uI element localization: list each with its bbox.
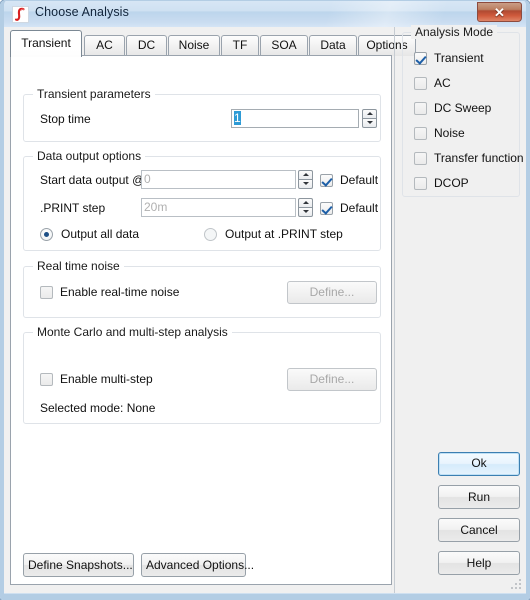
start-data-output-label: Start data output @: [40, 173, 145, 187]
tab-transient[interactable]: Transient: [10, 30, 82, 57]
checkbox-check-icon: [414, 51, 427, 65]
analysis-mode-transient[interactable]: Transient: [414, 51, 484, 65]
tab-page-transient: Transient parameters Stop time 1 Data ou…: [10, 55, 392, 585]
group-legend-analysis-mode: Analysis Mode: [411, 25, 498, 39]
start-data-output-input[interactable]: 0: [141, 170, 296, 189]
checkbox-empty-icon: [40, 285, 53, 299]
analysis-mode-noise-label: Noise: [434, 126, 465, 140]
group-transient-parameters: Transient parameters Stop time 1: [23, 87, 381, 142]
help-button[interactable]: Help: [438, 551, 520, 575]
analysis-mode-ac-label: AC: [434, 76, 451, 90]
dialog-client: Transient AC DC Noise TF SOA Data Option…: [4, 25, 526, 593]
right-panel: Analysis Mode Transient AC DC Sweep Nois…: [396, 25, 526, 593]
analysis-mode-ac[interactable]: AC: [414, 76, 451, 90]
start-data-output-spinner[interactable]: [298, 170, 313, 189]
checkbox-empty-icon: [40, 372, 53, 386]
advanced-options-button[interactable]: Advanced Options...: [141, 553, 254, 577]
analysis-mode-noise[interactable]: Noise: [414, 126, 465, 140]
spinner-down-icon[interactable]: [298, 179, 313, 189]
define-multi-step-button[interactable]: Define...: [287, 368, 377, 391]
analysis-mode-transfer-function[interactable]: Transfer function: [414, 151, 524, 165]
stop-time-label: Stop time: [40, 112, 91, 126]
radio-output-at-print-step-label: Output at .PRINT step: [225, 227, 343, 241]
print-step-spinner[interactable]: [298, 198, 313, 217]
enable-multi-step-label: Enable multi-step: [60, 372, 153, 386]
spinner-up-icon[interactable]: [298, 170, 313, 179]
start-data-output-default-checkbox[interactable]: Default: [320, 173, 378, 187]
tab-data[interactable]: Data: [309, 35, 357, 56]
define-real-time-noise-button[interactable]: Define...: [287, 281, 377, 304]
title-bar[interactable]: Choose Analysis ✕: [4, 1, 526, 27]
stop-time-spinner[interactable]: [362, 109, 377, 128]
group-monte-carlo: Monte Carlo and multi-step analysis Enab…: [23, 325, 381, 424]
run-button[interactable]: Run: [438, 485, 520, 509]
radio-dot-icon: [204, 227, 217, 241]
analysis-mode-transient-label: Transient: [434, 51, 484, 65]
checkbox-empty-icon: [414, 76, 427, 90]
radio-output-at-print-step[interactable]: Output at .PRINT step: [204, 227, 343, 241]
tab-tf[interactable]: TF: [221, 35, 259, 56]
group-analysis-mode: Analysis Mode Transient AC DC Sweep Nois…: [402, 25, 524, 197]
group-legend-transient-parameters: Transient parameters: [33, 87, 155, 101]
close-icon: ✕: [494, 5, 505, 20]
spinner-up-icon[interactable]: [298, 198, 313, 207]
cancel-button[interactable]: Cancel: [438, 518, 520, 542]
enable-real-time-noise-label: Enable real-time noise: [60, 285, 180, 299]
stop-time-value: 1: [234, 111, 241, 125]
group-legend-real-time-noise: Real time noise: [33, 259, 124, 273]
tab-strip: Transient AC DC Noise TF SOA Data Option…: [10, 30, 416, 57]
analysis-mode-dcop-label: DCOP: [434, 176, 469, 190]
checkbox-empty-icon: [414, 101, 427, 115]
print-step-label: .PRINT step: [40, 201, 106, 215]
window-title: Choose Analysis: [35, 5, 129, 19]
print-step-default-label: Default: [340, 201, 379, 215]
analysis-mode-dc-sweep[interactable]: DC Sweep: [414, 101, 491, 115]
analysis-mode-dc-sweep-label: DC Sweep: [434, 101, 492, 115]
checkbox-empty-icon: [414, 176, 427, 190]
spinner-up-icon[interactable]: [362, 109, 377, 118]
checkbox-check-icon: [320, 201, 333, 215]
group-legend-data-output-options: Data output options: [33, 149, 146, 163]
close-button[interactable]: ✕: [477, 2, 522, 22]
dialog-window: Choose Analysis ✕ Transient AC DC Noise …: [0, 0, 530, 600]
spinner-down-icon[interactable]: [298, 207, 313, 217]
checkbox-empty-icon: [414, 126, 427, 140]
tab-ac[interactable]: AC: [84, 35, 125, 56]
panel-divider: [394, 27, 395, 593]
tab-noise[interactable]: Noise: [168, 35, 220, 56]
integral-icon: [12, 6, 29, 23]
radio-dot-icon: [40, 227, 53, 241]
radio-output-all-data[interactable]: Output all data: [40, 227, 139, 241]
print-step-default-checkbox[interactable]: Default: [320, 201, 378, 215]
define-snapshots-button[interactable]: Define Snapshots...: [23, 553, 134, 577]
checkbox-check-icon: [320, 173, 333, 187]
print-step-input[interactable]: 20m: [141, 198, 296, 217]
tab-dc[interactable]: DC: [126, 35, 167, 56]
analysis-mode-transfer-function-label: Transfer function: [434, 151, 524, 165]
selected-mode-text: Selected mode: None: [40, 401, 156, 415]
analysis-mode-dcop[interactable]: DCOP: [414, 176, 469, 190]
tab-soa[interactable]: SOA: [260, 35, 308, 56]
stop-time-input[interactable]: 1: [231, 109, 359, 128]
group-legend-monte-carlo: Monte Carlo and multi-step analysis: [33, 325, 232, 339]
spinner-down-icon[interactable]: [362, 118, 377, 128]
enable-real-time-noise-checkbox[interactable]: Enable real-time noise: [40, 285, 179, 299]
start-data-output-default-label: Default: [340, 173, 379, 187]
resize-grip-icon[interactable]: [511, 579, 523, 591]
checkbox-empty-icon: [414, 151, 427, 165]
group-real-time-noise: Real time noise Enable real-time noise D…: [23, 259, 381, 318]
enable-multi-step-checkbox[interactable]: Enable multi-step: [40, 372, 153, 386]
group-data-output-options: Data output options Start data output @ …: [23, 149, 381, 251]
ok-button[interactable]: Ok: [438, 452, 520, 476]
radio-output-all-data-label: Output all data: [61, 227, 140, 241]
